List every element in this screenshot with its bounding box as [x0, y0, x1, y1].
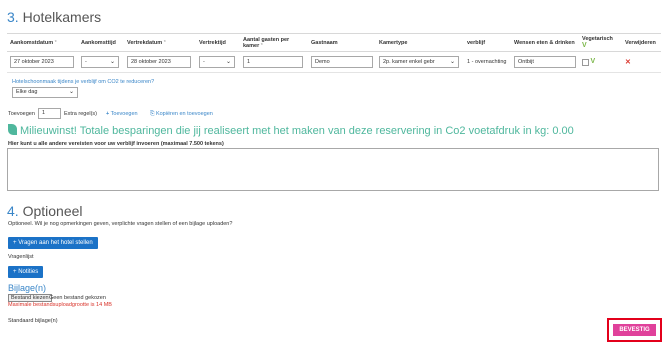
room-type-select[interactable]: 2p. kamer enkel gebr ⌄ — [379, 56, 459, 68]
no-file-chosen-text: Geen bestand gekozen — [49, 295, 106, 301]
col-stay: verblijf — [464, 33, 511, 52]
col-guest-name: Gastnaam — [308, 33, 376, 52]
col-arrival-time: Aankomsttijd — [78, 33, 124, 52]
section-4-label: Optioneel — [22, 203, 83, 219]
add-rows-count-input[interactable]: 1 — [38, 108, 61, 119]
requirements-label: Hier kunt u alle andere vereisten voor u… — [8, 141, 224, 147]
section-4-title: 4. Optioneel — [7, 203, 83, 219]
col-vegetarian: Vegetarisch V — [579, 33, 622, 52]
col-departure-time: Vertrektijd — [196, 33, 240, 52]
chevron-down-icon: ⌄ — [449, 59, 455, 65]
departure-time-select[interactable]: - ⌄ — [199, 56, 235, 68]
section-4-number: 4. — [7, 203, 19, 219]
eco-savings-text: Milieuwinst! Totale besparingen die jij … — [8, 124, 574, 137]
cleaning-frequency-select[interactable]: Elke dag ⌄ — [12, 87, 78, 98]
col-arrival-date: Aankomstdatum * — [7, 33, 78, 52]
guests-input[interactable]: 1 — [243, 56, 303, 68]
col-guests: Aantal gasten per kamer * — [240, 33, 308, 52]
plus-icon: + — [13, 240, 17, 246]
section-3-title: 3. Hotelkamers — [7, 9, 101, 25]
hotel-rooms-table: Aankomstdatum * Aankomsttijd Vertrekdatu… — [7, 33, 661, 73]
confirm-button[interactable]: BEVESTIG — [613, 324, 656, 336]
arrival-time-select[interactable]: - ⌄ — [81, 56, 119, 68]
default-attachments-label: Standaard bijlage(n) — [8, 318, 58, 324]
leaf-icon — [8, 124, 17, 135]
copy-and-add-link[interactable]: ⎘ Kopiëren en toevoegen — [150, 111, 213, 118]
add-rows-link[interactable]: + Toevoegen — [106, 111, 138, 117]
section-3-label: Hotelkamers — [22, 9, 102, 25]
vegetarian-v-icon: V — [582, 42, 587, 49]
plus-icon: + — [13, 269, 17, 275]
add-rows-prefix: Toevoegen — [8, 111, 35, 117]
notes-button[interactable]: + Notities — [8, 266, 44, 278]
chevron-down-icon: ⌄ — [225, 59, 231, 65]
section-4-intro: Optioneel. Wil je nog opmerkingen geven,… — [8, 221, 233, 227]
col-departure-date: Vertrekdatum * — [124, 33, 196, 52]
chevron-down-icon: ⌄ — [68, 89, 74, 95]
max-file-size-text: Maximale bestandsuploadgrootte is 14 MB — [8, 302, 112, 308]
requirements-textarea[interactable] — [7, 148, 659, 191]
table-header-row: Aankomstdatum * Aankomsttijd Vertrekdatu… — [7, 33, 661, 52]
arrival-date-input[interactable]: 27 oktober 2023 — [10, 56, 74, 68]
section-3-number: 3. — [7, 9, 19, 25]
departure-date-input[interactable]: 28 oktober 2023 — [127, 56, 191, 68]
col-wishes: Wensen eten & drinken — [511, 33, 579, 52]
wishes-input[interactable]: Ontbijt — [514, 56, 576, 68]
attachments-title: Bijlage(n) — [8, 283, 47, 293]
chevron-down-icon: ⌄ — [109, 59, 115, 65]
questions-label: Vragenlijst — [8, 254, 34, 260]
choose-file-button[interactable]: Bestand kiezen — [8, 294, 52, 302]
copy-icon: ⎘ — [150, 111, 155, 117]
delete-row-icon[interactable]: ✕ — [625, 59, 631, 66]
guest-name-input[interactable]: Demo — [311, 56, 373, 68]
vegetarian-v-icon: V — [590, 58, 596, 66]
col-room-type: Kamertype — [376, 33, 464, 52]
co2-cleaning-question[interactable]: Hotelschoonmaak tijdens je verblijf om C… — [12, 79, 154, 85]
table-row: 27 oktober 2023 - ⌄ 28 oktober 2023 - ⌄ 1 … — [7, 51, 661, 73]
col-delete: Verwijderen — [622, 33, 661, 52]
add-rows-suffix: Extra regel(s) — [64, 111, 98, 117]
ask-hotel-questions-button[interactable]: + Vragen aan het hotel stellen — [8, 237, 98, 249]
vegetarian-checkbox[interactable] — [582, 58, 589, 66]
stay-value: 1 - overnachting — [464, 51, 511, 73]
confirm-highlight: BEVESTIG — [607, 318, 662, 342]
